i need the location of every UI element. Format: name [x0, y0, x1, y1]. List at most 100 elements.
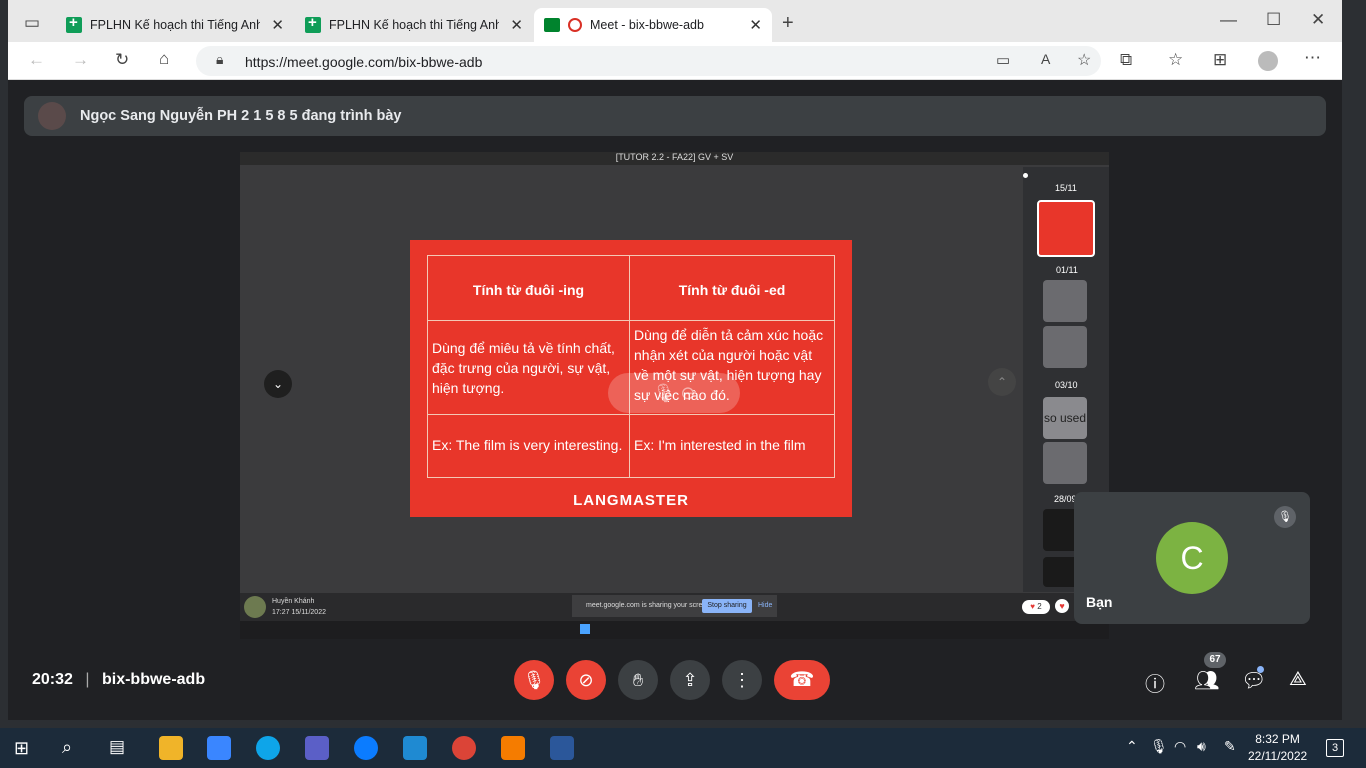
edge-icon[interactable]: [256, 736, 280, 760]
tray-chevron-icon[interactable]: ⌃: [1126, 738, 1138, 755]
chevron-down-icon[interactable]: ⌄: [264, 370, 292, 398]
presenter-banner: Ngọc Sang Nguyễn PH 2 1 5 8 5 đang trình…: [24, 96, 1326, 136]
favorites-icon[interactable]: ☆: [1168, 50, 1183, 70]
tab-title: Meet - bix-bbwe-adb: [590, 18, 704, 32]
read-aloud-icon[interactable]: A: [1041, 51, 1050, 67]
people-icon[interactable]: 👥︎: [1194, 668, 1219, 693]
reload-icon[interactable]: ↻: [115, 50, 129, 70]
address-bar[interactable]: 🔒︎ https://meet.google.com/bix-bbwe-adb …: [196, 46, 1101, 76]
close-tab-icon[interactable]: ✕: [271, 16, 284, 34]
mic-tray-icon[interactable]: 🎙︎: [1150, 738, 1168, 755]
mic-off-icon: 🎙︎: [1274, 506, 1296, 528]
search-icon[interactable]: ⌕: [62, 737, 72, 758]
close-tab-icon[interactable]: ✕: [510, 16, 523, 34]
control-bar: 20:32 | bix-bbwe-adb 🎙︎ ⊘ ✋︎ ⇪ ⋮ ☎︎ ⓘ 👥︎…: [8, 652, 1342, 720]
sheets-icon: [66, 14, 82, 33]
chevron-up-icon[interactable]: ⌃: [988, 368, 1016, 396]
new-tab-icon[interactable]: +: [782, 12, 794, 35]
shared-screen: [TUTOR 2.2 - FA22] GV + SV ⌄ ⌃ Tính từ đ…: [240, 152, 1109, 639]
task-view-icon[interactable]: ▤: [109, 737, 125, 757]
hide-button[interactable]: Hide: [758, 602, 772, 609]
collections-icon[interactable]: ⊞: [1213, 50, 1227, 70]
heart-icon: ♥: [1030, 602, 1036, 611]
more-icon[interactable]: ⋯: [1304, 48, 1321, 68]
windows-icon: [580, 624, 590, 634]
word-icon[interactable]: [550, 736, 574, 760]
home-icon[interactable]: ⌂: [159, 49, 169, 69]
sheets-icon: [305, 14, 321, 33]
lock-icon[interactable]: 🔒︎: [216, 51, 223, 68]
thumb-date: 03/10: [1055, 380, 1078, 390]
shared-window-titlebar: [TUTOR 2.2 - FA22] GV + SV: [240, 152, 1109, 165]
clock[interactable]: 8:32 PM 22/11/2022: [1248, 731, 1307, 765]
meet-area: Ngọc Sang Nguyễn PH 2 1 5 8 5 đang trình…: [8, 80, 1342, 720]
close-tab-icon[interactable]: ✕: [749, 16, 762, 34]
close-window-icon[interactable]: ✕: [1311, 10, 1325, 30]
slide-row2-left: Ex: The film is very interesting.: [427, 414, 630, 478]
reaction-count: 2: [1037, 602, 1042, 611]
camera-off-button[interactable]: ⊘: [566, 660, 606, 700]
windows-taskbar: ⊞ ⌕ ▤ ⌃ 🎙︎ ◠ 🔊︎ ✎ 8:32 PM 22/11/2022 3: [0, 728, 1366, 768]
share-notice: meet.google.com is sharing your screen. …: [572, 595, 777, 617]
teams-icon[interactable]: [305, 736, 329, 760]
maximize-icon[interactable]: ☐: [1266, 10, 1281, 30]
meeting-code: bix-bbwe-adb: [101, 671, 206, 688]
tab-title: FPLHN Kế hoạch thi Tiếng Anh-F: [329, 18, 499, 32]
thumbnail-active[interactable]: [1037, 200, 1095, 257]
thumbnail[interactable]: so used: [1043, 397, 1087, 439]
tab-strip: ▭ FPLHN Kế hoạch thi Tiếng Anh-F ✕ FPLHN…: [8, 0, 1342, 42]
meeting-time: 20:32: [32, 671, 73, 688]
file-explorer-icon[interactable]: [159, 736, 183, 760]
camera-icon[interactable]: ▭: [996, 51, 1010, 69]
store-icon[interactable]: [207, 736, 231, 760]
meet-icon: [544, 18, 560, 32]
more-options-button[interactable]: ⋮: [722, 660, 762, 700]
wifi-icon[interactable]: ◠: [1174, 738, 1186, 755]
xampp-icon[interactable]: [501, 736, 525, 760]
clock-time: 8:32 PM: [1255, 732, 1300, 746]
vscode-icon[interactable]: [403, 736, 427, 760]
self-avatar: C: [1156, 522, 1228, 594]
thumbnail[interactable]: [1043, 280, 1087, 322]
volume-icon[interactable]: 🔊︎: [1197, 738, 1206, 755]
extensions-icon[interactable]: ⧉: [1120, 50, 1132, 70]
back-icon[interactable]: ←: [28, 50, 45, 70]
minimize-icon[interactable]: —: [1220, 10, 1237, 30]
presenter-text: Ngọc Sang Nguyễn PH 2 1 5 8 5 đang trình…: [80, 108, 402, 124]
pen-icon[interactable]: ✎: [1224, 738, 1236, 755]
reaction-badge: ♥ 2: [1022, 600, 1050, 614]
end-call-button[interactable]: ☎︎: [774, 660, 830, 700]
thumb-date: 01/11: [1056, 265, 1078, 275]
favorite-add-icon[interactable]: ☆: [1077, 50, 1091, 70]
present-button[interactable]: ⇪: [670, 660, 710, 700]
stop-sharing-button[interactable]: Stop sharing: [702, 599, 752, 613]
forward-icon[interactable]: →: [72, 50, 89, 70]
tab-meet[interactable]: Meet - bix-bbwe-adb ✕: [534, 8, 772, 42]
user-name: Huyền Khánh: [272, 598, 315, 605]
raise-hand-button[interactable]: ✋︎: [618, 660, 658, 700]
start-icon[interactable]: ⊞: [14, 738, 29, 759]
thumbnail[interactable]: [1043, 326, 1087, 368]
slide-header-left: Tính từ đuôi -ing: [427, 255, 630, 321]
tab-title: FPLHN Kế hoạch thi Tiếng Anh-F: [90, 18, 260, 32]
tab-sheets-1[interactable]: FPLHN Kế hoạch thi Tiếng Anh-F ✕: [56, 8, 294, 42]
notification-badge[interactable]: 3: [1326, 739, 1344, 757]
url-text[interactable]: https://meet.google.com/bix-bbwe-adb: [245, 54, 482, 70]
slide-row2-right: Ex: I'm interested in the film: [629, 414, 835, 478]
slide-row1-left: Dùng để miêu tả về tính chất, đặc trưng …: [427, 320, 630, 415]
chrome-icon[interactable]: [452, 736, 476, 760]
divider: |: [85, 671, 90, 688]
profile-avatar[interactable]: [1258, 51, 1278, 71]
info-icon[interactable]: ⓘ: [1145, 668, 1165, 697]
activities-icon[interactable]: ⟁: [1289, 668, 1307, 691]
meeting-info: 20:32 | bix-bbwe-adb: [32, 671, 205, 689]
scroll-dot: [1023, 173, 1028, 178]
tab-sheets-2[interactable]: FPLHN Kế hoạch thi Tiếng Anh-F ✕: [295, 8, 533, 42]
participants-count: 67: [1204, 652, 1226, 668]
zalo-icon[interactable]: [354, 736, 378, 760]
thumbnail[interactable]: [1043, 442, 1087, 484]
self-tile: 🎙︎ C Bạn: [1074, 492, 1310, 624]
mic-off-button[interactable]: 🎙︎: [514, 660, 554, 700]
tab-actions-icon[interactable]: ▭: [24, 13, 40, 33]
heart-icon[interactable]: ♥: [1055, 599, 1069, 613]
